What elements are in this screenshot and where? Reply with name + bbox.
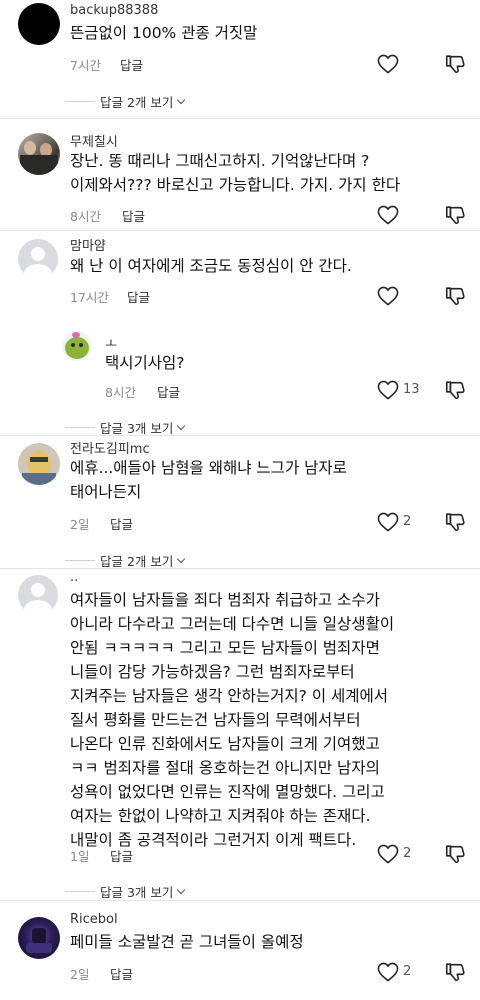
heart-outline-icon[interactable] <box>377 844 399 864</box>
avatar[interactable] <box>18 239 58 279</box>
reply-button[interactable]: 답글 <box>127 287 150 306</box>
comment-username[interactable]: 전라도김피mc <box>70 438 150 457</box>
show-replies-label: 답글 3개 보기 <box>100 885 174 900</box>
comment-username[interactable]: 무제칠시 <box>70 131 118 150</box>
reply-button[interactable]: 답글 <box>110 514 133 533</box>
comment-text: 니들이 감당 가능하겠음? 그런 범죄자로부터 <box>70 663 355 681</box>
chevron-down-icon <box>177 554 186 564</box>
comment-time: 8시간 <box>70 209 101 224</box>
comment-time: 17시간 <box>70 290 109 305</box>
comment-text: 이제와서??? 바로신고 가능합니다. 가지. 가지 한다 <box>70 176 401 194</box>
comment-username[interactable]: backup88388 <box>70 3 158 18</box>
comment-text: 나온다 인류 진화에서도 남자들이 크게 기여했고 <box>70 735 380 753</box>
thumbs-down-icon[interactable] <box>444 961 466 983</box>
divider <box>65 427 95 428</box>
comment-text: 여자는 한없이 나약하고 지켜줘야 하는 존재다. <box>70 807 371 825</box>
like-count: 2 <box>403 964 412 979</box>
comment-text: 장난. 똥 때리나 그때신고하지. 기억않난다며 ? <box>70 152 370 170</box>
divider <box>0 568 480 569</box>
comment-username[interactable]: 맘마얌 <box>70 235 106 254</box>
thumbs-down-icon[interactable] <box>444 379 466 401</box>
like-count: 2 <box>403 846 412 861</box>
comment-text: 성욕이 없었다면 인류는 진작에 멸망했다. 그리고 <box>70 783 385 801</box>
show-replies-label: 답글 2개 보기 <box>100 95 174 110</box>
divider <box>0 118 480 119</box>
comment-text: 질서 평화를 만드는건 남자들의 무력에서부터 <box>70 711 361 729</box>
like-count: 2 <box>403 514 412 529</box>
heart-outline-icon[interactable] <box>377 205 399 225</box>
divider <box>0 435 480 436</box>
comment-text: 여자들이 남자들을 죄다 범죄자 취급하고 소수가 <box>70 591 380 609</box>
comment-time: 1일 <box>70 849 90 864</box>
show-replies-button[interactable]: 답글 2개 보기 <box>100 92 186 111</box>
divider <box>65 560 95 561</box>
avatar[interactable] <box>18 575 58 615</box>
avatar[interactable] <box>18 133 60 175</box>
thumbs-down-icon[interactable] <box>444 843 466 865</box>
reply-button[interactable]: 답글 <box>122 206 145 225</box>
comment-username[interactable]: Ricebol <box>70 912 118 927</box>
divider <box>0 900 480 901</box>
comment-time: 2일 <box>70 967 90 982</box>
comment-time: 7시간 <box>70 58 101 73</box>
reply-button[interactable]: 답글 <box>110 964 133 983</box>
avatar[interactable] <box>62 331 92 361</box>
reply-text: 택시기사임? <box>105 354 185 372</box>
avatar[interactable] <box>18 3 60 45</box>
divider <box>0 230 480 231</box>
heart-outline-icon[interactable] <box>377 54 399 74</box>
avatar[interactable] <box>18 443 60 485</box>
reply-time: 8시간 <box>105 385 136 400</box>
reply-button[interactable]: 답글 <box>110 846 133 865</box>
comment-text: 뜬금없이 100% 관종 거짓말 <box>70 24 258 42</box>
comment-time: 2일 <box>70 517 90 532</box>
reply-username[interactable]: ㅗ <box>105 333 117 352</box>
comment-text: 에휴...애들아 남혐을 왜해냐 느그가 남자로 <box>70 459 347 477</box>
comment-text: ㅋㅋ 범죄자를 절대 옹호하는건 아니지만 남자의 <box>70 759 380 777</box>
comment-text: 왜 난 이 여자에게 조금도 동정심이 안 간다. <box>70 257 352 275</box>
divider <box>65 891 95 892</box>
like-count: 13 <box>403 382 420 397</box>
thumbs-down-icon[interactable] <box>444 285 466 307</box>
comment-text: 안됨 ㅋㅋㅋㅋㅋ 그리고 모든 남자들이 범죄자면 <box>70 639 380 657</box>
comment-text: 아니라 다수라고 그러는데 다수면 니들 일상생활이 <box>70 615 395 633</box>
thumbs-down-icon[interactable] <box>444 511 466 533</box>
heart-outline-icon[interactable] <box>377 962 399 982</box>
comment-text: 페미들 소굴발견 곧 그녀들이 올예정 <box>70 933 304 951</box>
heart-outline-icon[interactable] <box>377 380 399 400</box>
chevron-down-icon <box>177 95 186 105</box>
thumbs-down-icon[interactable] <box>444 53 466 75</box>
heart-outline-icon[interactable] <box>377 286 399 306</box>
chevron-down-icon <box>177 421 186 431</box>
show-replies-button[interactable]: 답글 3개 보기 <box>100 882 186 901</box>
thumbs-down-icon[interactable] <box>444 204 466 226</box>
reply-button[interactable]: 답글 <box>157 382 180 401</box>
comment-text: 지켜주는 남자들은 생각 안하는거지? 이 세계에서 <box>70 687 389 705</box>
chevron-down-icon <box>177 885 186 895</box>
avatar[interactable] <box>18 917 60 959</box>
divider <box>65 101 95 102</box>
comment-text: 태어나든지 <box>70 483 142 501</box>
comment-username[interactable]: .. <box>70 570 78 585</box>
reply-button[interactable]: 답글 <box>120 55 143 74</box>
heart-outline-icon[interactable] <box>377 512 399 532</box>
